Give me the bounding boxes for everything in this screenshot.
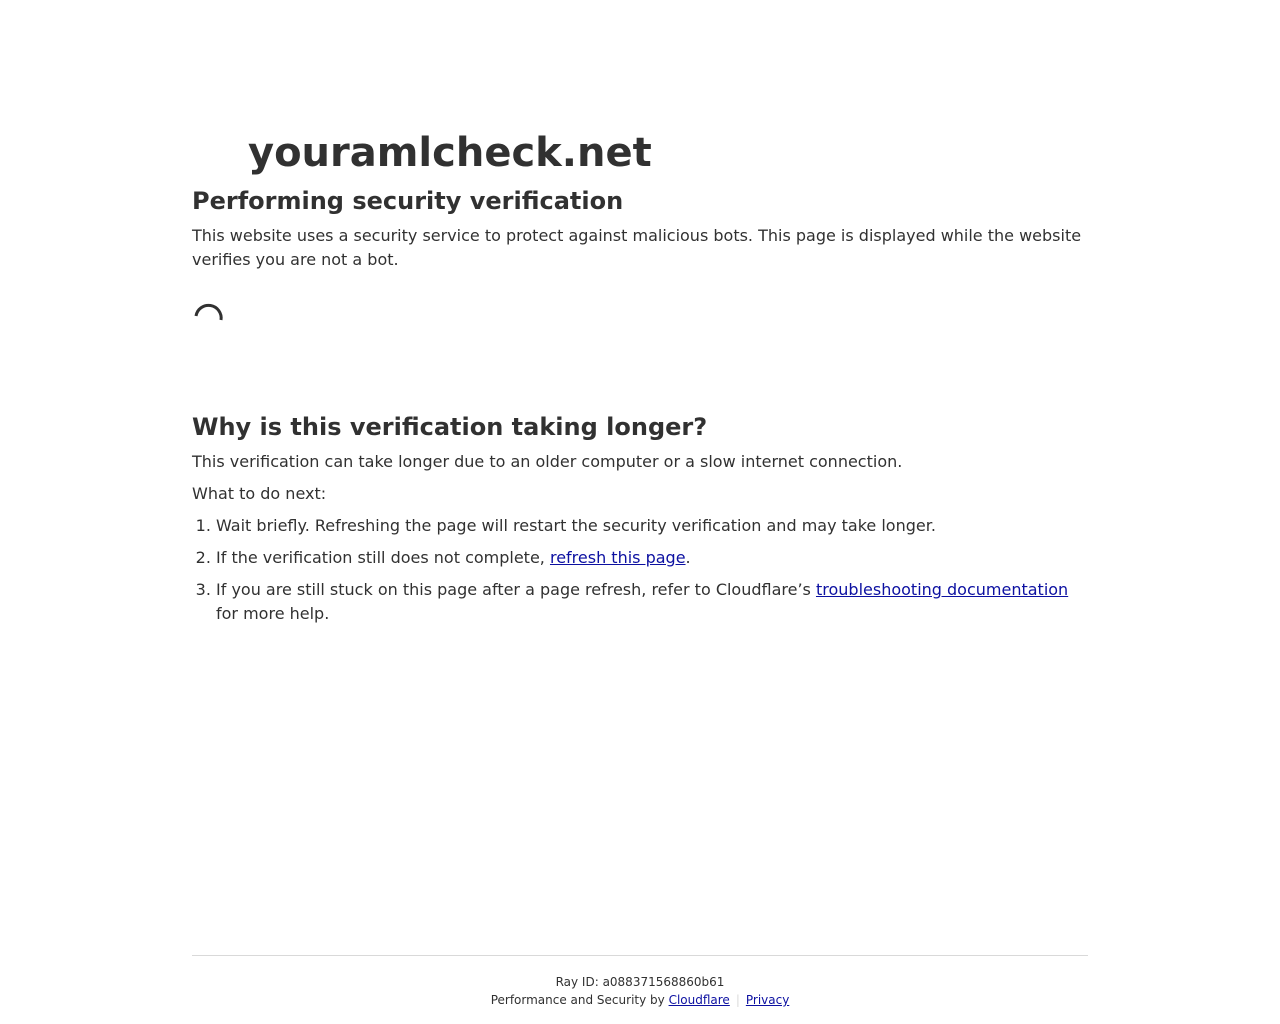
step-3-text-after: for more help. xyxy=(216,604,330,623)
step-3-text-before: If you are still stuck on this page afte… xyxy=(216,580,816,599)
performance-text: Performance and Security by xyxy=(490,993,669,1007)
verification-heading: Performing security verification xyxy=(192,187,624,215)
ray-id-value: a088371568860b61 xyxy=(602,975,725,989)
cloudflare-link[interactable]: Cloudflare xyxy=(669,993,730,1007)
ray-id-row: Ray ID: a088371568860b61 xyxy=(0,973,1280,991)
list-item: Wait briefly. Refreshing the page will r… xyxy=(216,514,1088,538)
loading-spinner-icon xyxy=(192,303,224,335)
performance-row: Performance and Security by Cloudflare | P… xyxy=(0,991,1280,1009)
troubleshooting-documentation-link[interactable]: troubleshooting documentation xyxy=(816,580,1068,599)
privacy-link[interactable]: Privacy xyxy=(746,993,789,1007)
ray-id-label: Ray ID: xyxy=(555,975,603,989)
steps-list: Wait briefly. Refreshing the page will r… xyxy=(192,514,1088,634)
list-item: If you are still stuck on this page afte… xyxy=(216,578,1088,626)
site-title: youramlcheck.net xyxy=(248,130,652,176)
verification-description: This website uses a security service to … xyxy=(192,226,1082,269)
what-next-text: What to do next: xyxy=(192,484,327,503)
challenge-page: youramlcheck.net Performing security ver… xyxy=(0,0,1280,1024)
footer-divider xyxy=(192,955,1088,956)
step-1-text: Wait briefly. Refreshing the page will r… xyxy=(216,516,936,535)
footer: Ray ID: a088371568860b61 Performance and… xyxy=(0,973,1280,1009)
footer-separator: | xyxy=(735,993,740,1007)
step-2-text-after: . xyxy=(685,548,691,567)
older-computer-text: This verification can take longer due to… xyxy=(192,452,903,471)
list-item: If the verification still does not compl… xyxy=(216,546,1088,570)
step-2-text-before: If the verification still does not compl… xyxy=(216,548,550,567)
refresh-page-link[interactable]: refresh this page xyxy=(550,548,686,567)
why-heading: Why is this verification taking longer? xyxy=(192,413,708,441)
